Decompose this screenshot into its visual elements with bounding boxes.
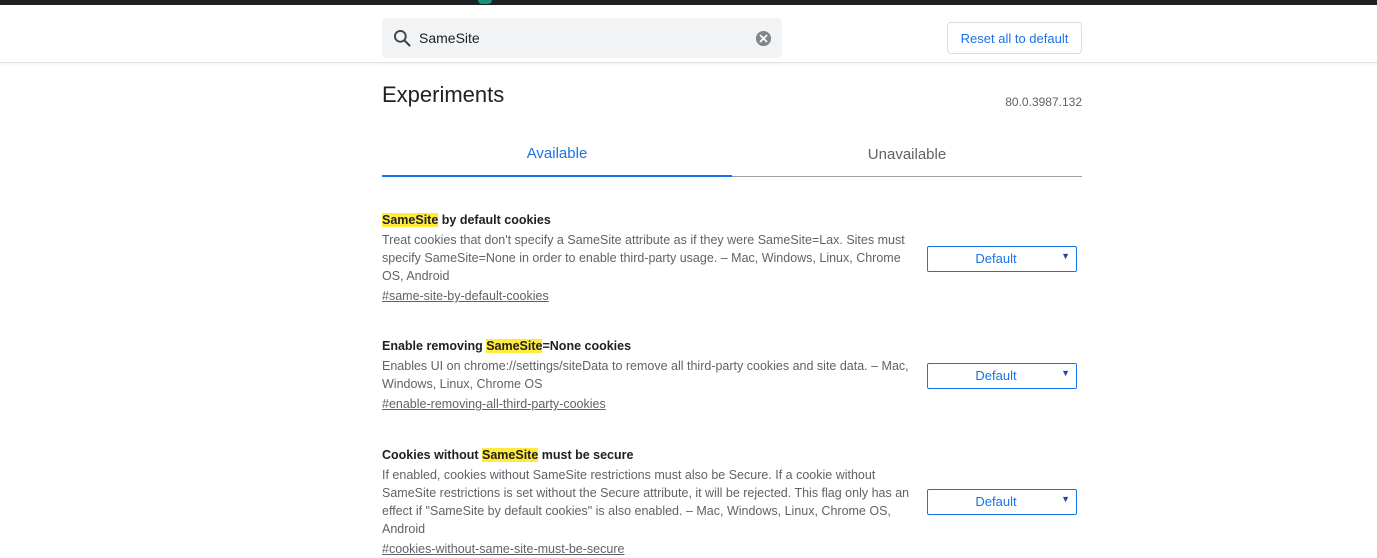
experiment-link[interactable]: #enable-removing-all-third-party-cookies <box>382 395 606 413</box>
version-label: 80.0.3987.132 <box>1005 95 1082 109</box>
dropdown-arrow-icon: ▼ <box>1061 368 1070 378</box>
experiment-title: Cookies without SameSite must be secure <box>382 448 634 462</box>
experiment-item: Cookies without SameSite must be secure … <box>382 446 1082 558</box>
tab-bar: Available Unavailable <box>382 132 1082 177</box>
experiment-item: SameSite by default cookies Treat cookie… <box>382 211 1082 305</box>
select-value: Default <box>975 494 1017 509</box>
dropdown-arrow-icon: ▼ <box>1061 494 1070 504</box>
select-value: Default <box>975 368 1017 383</box>
experiment-title: Enable removing SameSite=None cookies <box>382 339 632 353</box>
page-title: Experiments <box>382 82 505 107</box>
search-icon <box>394 30 411 47</box>
select-value: Default <box>975 251 1017 266</box>
dropdown-arrow-icon: ▼ <box>1061 251 1070 261</box>
tab-unavailable[interactable]: Unavailable <box>732 132 1082 176</box>
experiment-link[interactable]: #cookies-without-same-site-must-be-secur… <box>382 540 624 558</box>
experiment-item: Enable removing SameSite=None cookies En… <box>382 337 1082 413</box>
top-bar-accent <box>478 0 492 4</box>
reset-all-button[interactable]: Reset all to default <box>947 22 1082 54</box>
search-highlight: SameSite <box>486 339 543 353</box>
experiment-select[interactable]: Default ▼ <box>927 489 1077 515</box>
search-box[interactable] <box>382 18 782 58</box>
experiment-select[interactable]: Default ▼ <box>927 246 1077 272</box>
search-highlight: SameSite <box>482 448 539 462</box>
search-highlight: SameSite <box>382 213 439 227</box>
experiment-description: Enables UI on chrome://settings/siteData… <box>382 359 909 391</box>
experiment-title: SameSite by default cookies <box>382 213 551 227</box>
header: Reset all to default <box>0 5 1377 63</box>
tab-available[interactable]: Available <box>382 132 732 177</box>
experiment-description: If enabled, cookies without SameSite res… <box>382 468 910 536</box>
clear-search-icon[interactable] <box>755 30 772 47</box>
experiment-link[interactable]: #same-site-by-default-cookies <box>382 287 549 305</box>
experiment-select[interactable]: Default ▼ <box>927 363 1077 389</box>
experiment-description: Treat cookies that don't specify a SameS… <box>382 233 905 283</box>
search-input[interactable] <box>419 27 739 49</box>
